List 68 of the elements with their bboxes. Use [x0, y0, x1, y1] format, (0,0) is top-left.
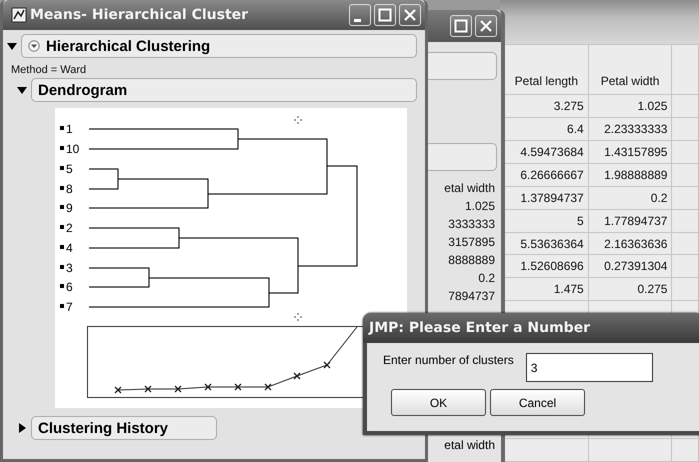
leaf-marker-icon — [60, 265, 64, 269]
column-header: Petal length — [504, 44, 588, 95]
leaf-marker-icon — [60, 186, 64, 190]
leaf-marker-icon — [60, 225, 64, 229]
table-cell: 0.275 — [588, 278, 672, 301]
outline-header[interactable] — [425, 52, 497, 80]
table-cell: 2.23333333 — [588, 117, 672, 140]
expanded-triangle-icon[interactable] — [17, 84, 27, 96]
leaf-label: 3 — [66, 261, 73, 275]
leaf-label: 2 — [66, 221, 73, 235]
collapsed-triangle-icon[interactable] — [17, 422, 27, 434]
expanded-triangle-icon[interactable] — [7, 40, 17, 52]
table-cell-text: 1.025 — [464, 198, 495, 215]
table-cell: 1.43157895 — [588, 140, 672, 164]
table-cell-text: 3157895 — [448, 234, 495, 251]
maximize-button[interactable] — [374, 4, 396, 26]
table-cell: 2.16363636 — [588, 232, 672, 255]
maximize-icon — [378, 8, 392, 22]
leaf-label: 7 — [66, 300, 73, 314]
maximize-icon — [454, 19, 468, 33]
prompt-label: Enter number of clusters — [383, 353, 514, 367]
close-icon — [403, 8, 417, 22]
menu-icon[interactable] — [28, 40, 40, 52]
table-cell-text: 7894737 — [448, 288, 495, 305]
leaf-label: 5 — [66, 162, 73, 176]
number-input-field[interactable]: 3 — [526, 353, 653, 382]
table-cell-text: 8888889 — [448, 252, 495, 269]
table-cell: 1.98888889 — [588, 163, 672, 186]
leaf-marker-icon — [60, 146, 64, 150]
outline-header[interactable]: Clustering History — [31, 416, 217, 440]
leaf-label: 4 — [66, 241, 73, 255]
leaf-label: 1 — [66, 122, 73, 136]
handle-icon[interactable] — [294, 313, 302, 321]
outline-header[interactable] — [425, 143, 497, 171]
leaf-label: 9 — [66, 201, 73, 215]
minimize-icon — [354, 18, 360, 22]
minimize-button[interactable] — [349, 4, 371, 26]
table-cell: 1.77894737 — [588, 209, 672, 232]
method-label: Method = Ward — [11, 64, 88, 76]
leaf-marker-icon — [60, 284, 64, 288]
table-cell-text: 3333333 — [448, 216, 495, 233]
cancel-button[interactable]: Cancel — [490, 389, 585, 416]
close-button[interactable] — [475, 15, 497, 37]
table-cell: 1.025 — [588, 94, 672, 118]
maximize-button[interactable] — [450, 15, 472, 37]
leaf-marker-icon — [60, 126, 64, 130]
table-cell: 0.27391304 — [588, 254, 672, 278]
column-header: etal width — [444, 180, 495, 197]
report-outline-header[interactable]: Hierarchical Clustering — [21, 34, 417, 58]
close-button[interactable] — [399, 4, 421, 26]
handle-icon[interactable] — [294, 116, 302, 124]
leaf-label: 8 — [66, 182, 73, 196]
window-title: Means- Hierarchical Cluster — [30, 7, 250, 23]
app-icon — [11, 7, 27, 23]
ok-button[interactable]: OK — [391, 389, 486, 416]
column-header: etal width — [443, 438, 496, 452]
table-cell: 0.2 — [588, 186, 672, 210]
table-cell-text: 0.2 — [478, 270, 495, 287]
leaf-marker-icon — [60, 205, 64, 209]
leaf-marker-icon — [60, 304, 64, 308]
dialog-title: JMP: Please Enter a Number — [369, 320, 590, 336]
column-header: Petal width — [588, 44, 672, 95]
leaf-label: 6 — [66, 280, 73, 294]
leaf-marker-icon — [60, 245, 64, 249]
leaf-marker-icon — [60, 166, 64, 170]
outline-header[interactable]: Dendrogram — [31, 78, 417, 102]
leaf-label: 10 — [66, 142, 80, 156]
close-icon — [479, 19, 493, 33]
